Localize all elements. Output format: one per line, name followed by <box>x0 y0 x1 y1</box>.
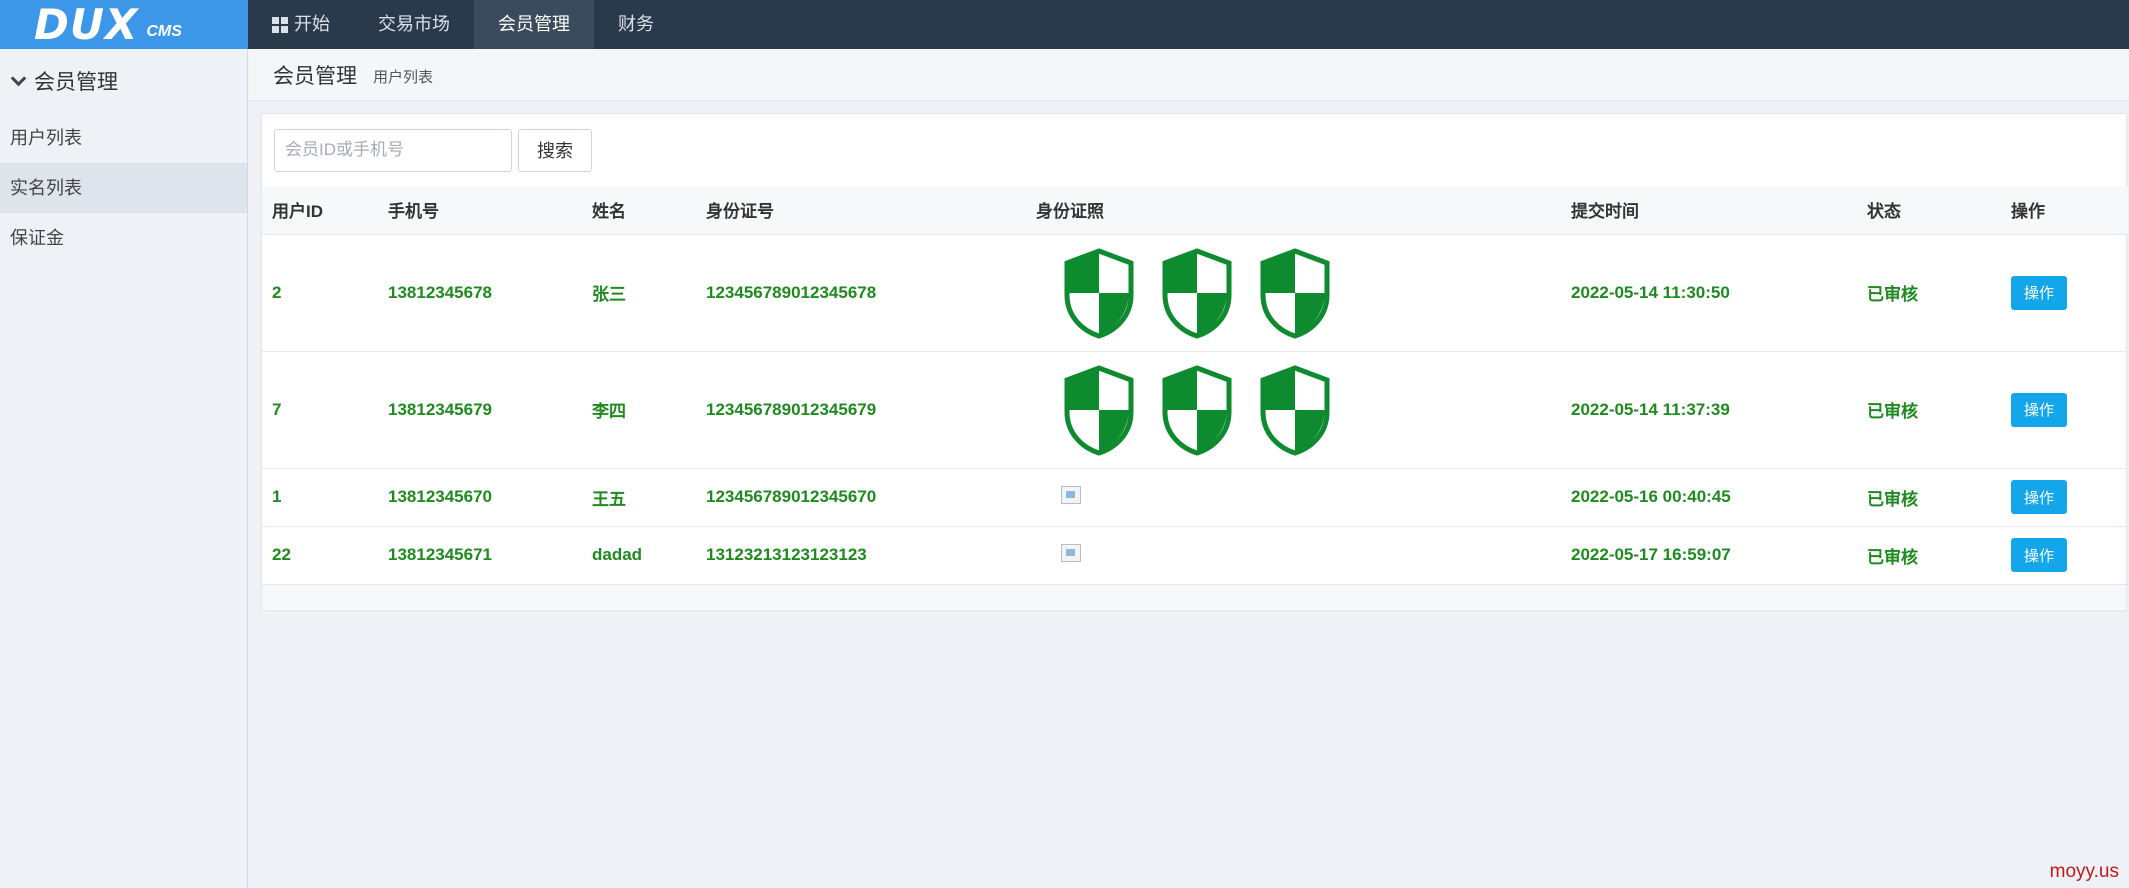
search-input[interactable] <box>274 128 512 172</box>
nav-item-finance[interactable]: 财务 <box>594 0 678 49</box>
column-header: 身份证照 <box>1026 186 1561 235</box>
page-title: 会员管理 <box>273 64 357 88</box>
cell-name: 李四 <box>582 351 696 469</box>
operate-button[interactable]: 操作 <box>2011 392 2067 427</box>
operate-button[interactable]: 操作 <box>2011 538 2067 572</box>
cell-name: 张三 <box>582 234 696 352</box>
cell-action: 操作 <box>2001 351 2128 469</box>
cell-user-id: 2 <box>262 234 378 352</box>
logo-text: DUX <box>34 0 139 49</box>
sidebar-item-realname-list[interactable]: 实名列表 <box>0 163 247 213</box>
logo-subtext: CMS <box>146 22 182 40</box>
cell-phone: 13812345679 <box>378 351 582 469</box>
shield-icon[interactable] <box>1061 364 1137 456</box>
cell-id-photos <box>1026 526 1561 585</box>
cell-id-photos <box>1026 468 1561 527</box>
table-row: 7 13812345679 李四 123456789012345679 2022… <box>262 351 2128 469</box>
member-table: 用户ID 手机号 姓名 身份证号 身份证照 提交时间 状态 操作 2 13812… <box>262 186 2128 585</box>
nav-item-label: 会员管理 <box>498 14 570 34</box>
image-placeholder-icon[interactable] <box>1061 543 1081 562</box>
operate-button[interactable]: 操作 <box>2011 480 2067 514</box>
shield-icon[interactable] <box>1061 247 1137 339</box>
shield-icon[interactable] <box>1159 247 1235 339</box>
cell-action: 操作 <box>2001 526 2128 585</box>
column-header: 操作 <box>2001 186 2128 235</box>
cell-name: dadad <box>582 526 696 585</box>
nav-item-label: 交易市场 <box>378 14 450 34</box>
cell-name: 王五 <box>582 468 696 527</box>
top-nav: 开始 交易市场 会员管理 财务 <box>248 0 678 49</box>
cell-idcard: 13123213123123123 <box>696 526 1026 585</box>
cell-action: 操作 <box>2001 234 2128 352</box>
column-header: 提交时间 <box>1561 186 1857 235</box>
cell-idcard: 123456789012345679 <box>696 351 1026 469</box>
table-footer <box>262 584 2126 609</box>
cell-id-photos <box>1026 234 1561 352</box>
shield-icon[interactable] <box>1159 364 1235 456</box>
nav-item-label: 开始 <box>294 14 330 34</box>
table-header-row: 用户ID 手机号 姓名 身份证号 身份证照 提交时间 状态 操作 <box>262 186 2128 235</box>
cell-phone: 13812345670 <box>378 468 582 527</box>
shield-icon[interactable] <box>1257 247 1333 339</box>
cell-user-id: 7 <box>262 351 378 469</box>
cell-submitted: 2022-05-17 16:59:07 <box>1561 526 1857 585</box>
status-badge: 已审核 <box>1857 351 2001 469</box>
logo[interactable]: DUX CMS <box>0 0 248 49</box>
top-bar: DUX CMS 开始 交易市场 会员管理 财务 <box>0 0 2129 49</box>
cell-submitted: 2022-05-16 00:40:45 <box>1561 468 1857 527</box>
nav-item-market[interactable]: 交易市场 <box>354 0 474 49</box>
sidebar: 会员管理 用户列表 实名列表 保证金 <box>0 49 248 888</box>
cell-idcard: 123456789012345670 <box>696 468 1026 527</box>
breadcrumb: 会员管理 用户列表 <box>249 49 2129 101</box>
status-badge: 已审核 <box>1857 468 2001 527</box>
sidebar-section-title[interactable]: 会员管理 <box>0 49 247 113</box>
table-row: 1 13812345670 王五 123456789012345670 2022… <box>262 468 2128 527</box>
table-row: 22 13812345671 dadad 13123213123123123 2… <box>262 526 2128 585</box>
column-header: 用户ID <box>262 186 378 235</box>
nav-item-label: 财务 <box>618 14 654 34</box>
sidebar-item-user-list[interactable]: 用户列表 <box>0 113 247 163</box>
search-button[interactable]: 搜索 <box>518 128 592 172</box>
cell-user-id: 1 <box>262 468 378 527</box>
status-badge: 已审核 <box>1857 526 2001 585</box>
windows-icon <box>272 16 288 33</box>
table-row: 2 13812345678 张三 123456789012345678 2022… <box>262 234 2128 352</box>
main-content: 会员管理 用户列表 搜索 用户ID 手机号 姓名 身份证号 身份证照 提交时间 … <box>249 49 2129 888</box>
cell-submitted: 2022-05-14 11:37:39 <box>1561 351 1857 469</box>
breadcrumb-current: 用户列表 <box>373 69 434 86</box>
list-panel: 搜索 用户ID 手机号 姓名 身份证号 身份证照 提交时间 状态 操作 <box>261 113 2128 611</box>
nav-item-start[interactable]: 开始 <box>248 0 354 49</box>
sidebar-item-deposit[interactable]: 保证金 <box>0 213 247 263</box>
cell-action: 操作 <box>2001 468 2128 527</box>
column-header: 身份证号 <box>696 186 1026 235</box>
chevron-down-icon <box>10 70 27 86</box>
operate-button[interactable]: 操作 <box>2011 275 2067 310</box>
cell-idcard: 123456789012345678 <box>696 234 1026 352</box>
image-placeholder-icon[interactable] <box>1061 485 1081 504</box>
cell-phone: 13812345671 <box>378 526 582 585</box>
column-header: 姓名 <box>582 186 696 235</box>
column-header: 状态 <box>1857 186 2001 235</box>
watermark: moyy.us <box>2049 861 2119 882</box>
cell-submitted: 2022-05-14 11:30:50 <box>1561 234 1857 352</box>
column-header: 手机号 <box>378 186 582 235</box>
cell-phone: 13812345678 <box>378 234 582 352</box>
nav-item-members[interactable]: 会员管理 <box>474 0 594 49</box>
shield-icon[interactable] <box>1257 364 1333 456</box>
cell-user-id: 22 <box>262 526 378 585</box>
status-badge: 已审核 <box>1857 234 2001 352</box>
sidebar-title-label: 会员管理 <box>34 71 118 94</box>
cell-id-photos <box>1026 351 1561 469</box>
search-bar: 搜索 <box>262 114 2126 186</box>
